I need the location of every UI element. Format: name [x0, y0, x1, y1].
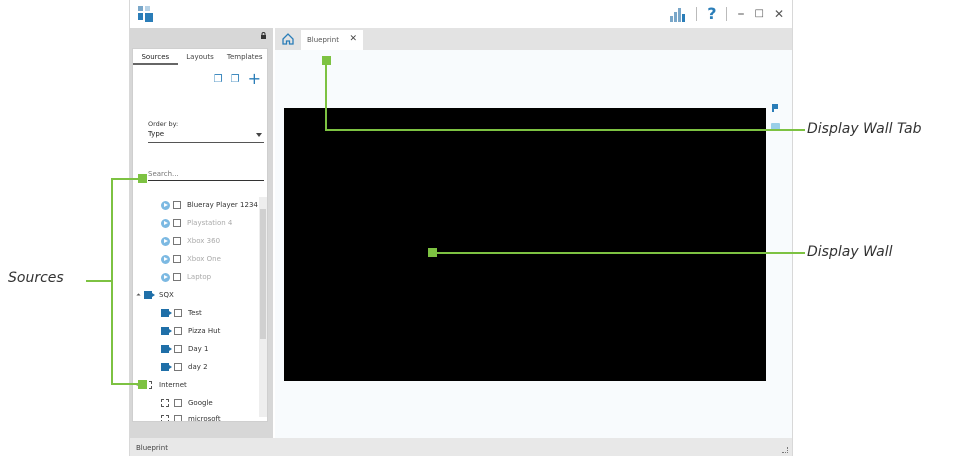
tree-item[interactable]: Playstation 4	[161, 215, 267, 231]
title-bar: ? – □ ✕	[130, 0, 792, 28]
tree-item-label: day 2	[188, 363, 208, 371]
tree-item-label: Day 1	[188, 345, 209, 353]
checkbox[interactable]	[174, 399, 182, 407]
checkbox[interactable]	[173, 273, 181, 281]
sidebar-tabs: Sources Layouts Templates	[133, 49, 267, 65]
separator	[726, 6, 728, 21]
checkbox[interactable]	[174, 309, 182, 317]
tab-blueprint[interactable]: Blueprint ✕	[301, 30, 363, 50]
blueprint-canvas	[275, 50, 792, 438]
source-icon	[161, 254, 170, 264]
search-input[interactable]	[148, 167, 264, 181]
checkbox[interactable]	[173, 201, 181, 209]
tree-item-label: Test	[188, 309, 202, 317]
flag-icon[interactable]	[771, 104, 779, 112]
web-source-icon	[161, 399, 169, 407]
checkbox[interactable]	[173, 237, 181, 245]
display-wall-callout: Display Wall	[807, 244, 893, 260]
tree-item-label: Blueray Player 1234	[187, 201, 258, 209]
tree-item[interactable]: Test	[161, 305, 267, 321]
tree-item[interactable]: Laptop	[161, 269, 267, 285]
tree-item[interactable]: microsoft	[161, 411, 267, 422]
tree-item[interactable]: Pizza Hut	[161, 323, 267, 339]
source-icon	[161, 200, 170, 210]
checkbox[interactable]	[173, 219, 181, 227]
order-by-label: Order by:	[148, 120, 179, 128]
chevron-down-icon	[256, 133, 262, 137]
order-by-value: Type	[148, 130, 165, 138]
tree-item-label: Playstation 4	[187, 219, 233, 227]
tree-item-label: Xbox 360	[187, 237, 221, 245]
tree-item[interactable]: Xbox One	[161, 251, 267, 267]
tree-scrollbar[interactable]	[259, 197, 267, 417]
tree-item-label: Pizza Hut	[188, 327, 221, 335]
tree-group-sqx[interactable]: SQX	[133, 287, 259, 303]
order-by-select[interactable]: Type	[148, 129, 264, 143]
close-tab-icon[interactable]: ✕	[349, 34, 357, 44]
wall-callout-line	[436, 252, 805, 254]
video-source-icon	[161, 309, 172, 317]
sources-sidebar: Sources Layouts Templates ❐ ❐ + Order by…	[130, 28, 273, 438]
app-window: ? – □ ✕ Sources Layouts Templates ❐ ❐ + …	[129, 0, 793, 456]
close-icon[interactable]: ✕	[774, 7, 784, 21]
tree-item-label: Xbox One	[187, 255, 221, 263]
lock-icon[interactable]	[260, 32, 267, 39]
tree-item-label: Google	[188, 399, 213, 407]
checkbox[interactable]	[174, 327, 182, 335]
maximize-icon[interactable]: □	[754, 8, 763, 19]
web-source-icon	[161, 415, 169, 421]
video-source-icon	[161, 327, 172, 335]
tab-blueprint-label: Blueprint	[307, 36, 339, 44]
checkbox[interactable]	[173, 255, 181, 263]
sidebar-panel: Sources Layouts Templates ❐ ❐ + Order by…	[132, 48, 268, 422]
sources-callout: Sources	[8, 270, 64, 286]
display-wall-tab-callout: Display Wall Tab	[807, 121, 922, 137]
tree-item[interactable]: day 2	[161, 359, 267, 375]
tree-group-internet[interactable]: Internet	[133, 377, 259, 393]
tree-group-label: Internet	[159, 381, 187, 389]
tab-layouts[interactable]: Layouts	[178, 49, 223, 65]
tree-item[interactable]: Xbox 360	[161, 233, 267, 249]
status-bar: Blueprint	[130, 438, 792, 456]
checkbox[interactable]	[174, 345, 182, 353]
separator	[696, 6, 698, 21]
tree-group-label: SQX	[159, 291, 174, 299]
sources-marker-top	[138, 174, 147, 183]
app-logo-icon	[138, 6, 156, 22]
help-icon[interactable]: ?	[707, 4, 716, 23]
source-icon	[161, 272, 170, 282]
tree-item-label: microsoft	[188, 415, 221, 422]
tab-callout-vertical	[325, 62, 327, 131]
tab-templates[interactable]: Templates	[222, 49, 267, 65]
tab-callout-horizontal	[325, 129, 805, 131]
checkbox[interactable]	[174, 363, 182, 371]
tree-item[interactable]: Google	[161, 395, 267, 411]
display-wall[interactable]	[284, 108, 766, 381]
resize-grip-icon[interactable]	[782, 447, 788, 453]
tree-item[interactable]: Day 1	[161, 341, 267, 357]
duplicate-icon[interactable]: ❐	[231, 74, 240, 85]
source-tree: Blueray Player 1234 Playstation 4 Xbox 3…	[133, 197, 259, 421]
source-actions: ❐ ❐ +	[214, 71, 261, 87]
manager-icon[interactable]	[670, 6, 686, 22]
video-source-icon	[161, 345, 172, 353]
source-icon	[161, 218, 170, 228]
tab-sources[interactable]: Sources	[133, 49, 178, 65]
video-source-icon	[161, 363, 172, 371]
video-source-icon	[144, 291, 155, 299]
sources-marker-bottom	[138, 380, 147, 389]
expander-icon[interactable]	[136, 292, 141, 298]
scrollbar-thumb[interactable]	[260, 209, 266, 339]
add-icon[interactable]: +	[248, 71, 261, 87]
status-title: Blueprint	[136, 444, 168, 452]
document-tab-strip: Blueprint ✕	[275, 28, 792, 50]
checkbox[interactable]	[174, 415, 182, 421]
tree-item-label: Laptop	[187, 273, 212, 281]
sources-pointer-line	[86, 280, 112, 282]
copy-icon[interactable]: ❐	[214, 74, 223, 85]
tree-item[interactable]: Blueray Player 1234	[161, 197, 267, 213]
minimize-icon[interactable]: –	[737, 6, 744, 22]
home-icon[interactable]	[281, 32, 295, 46]
source-icon	[161, 236, 170, 246]
